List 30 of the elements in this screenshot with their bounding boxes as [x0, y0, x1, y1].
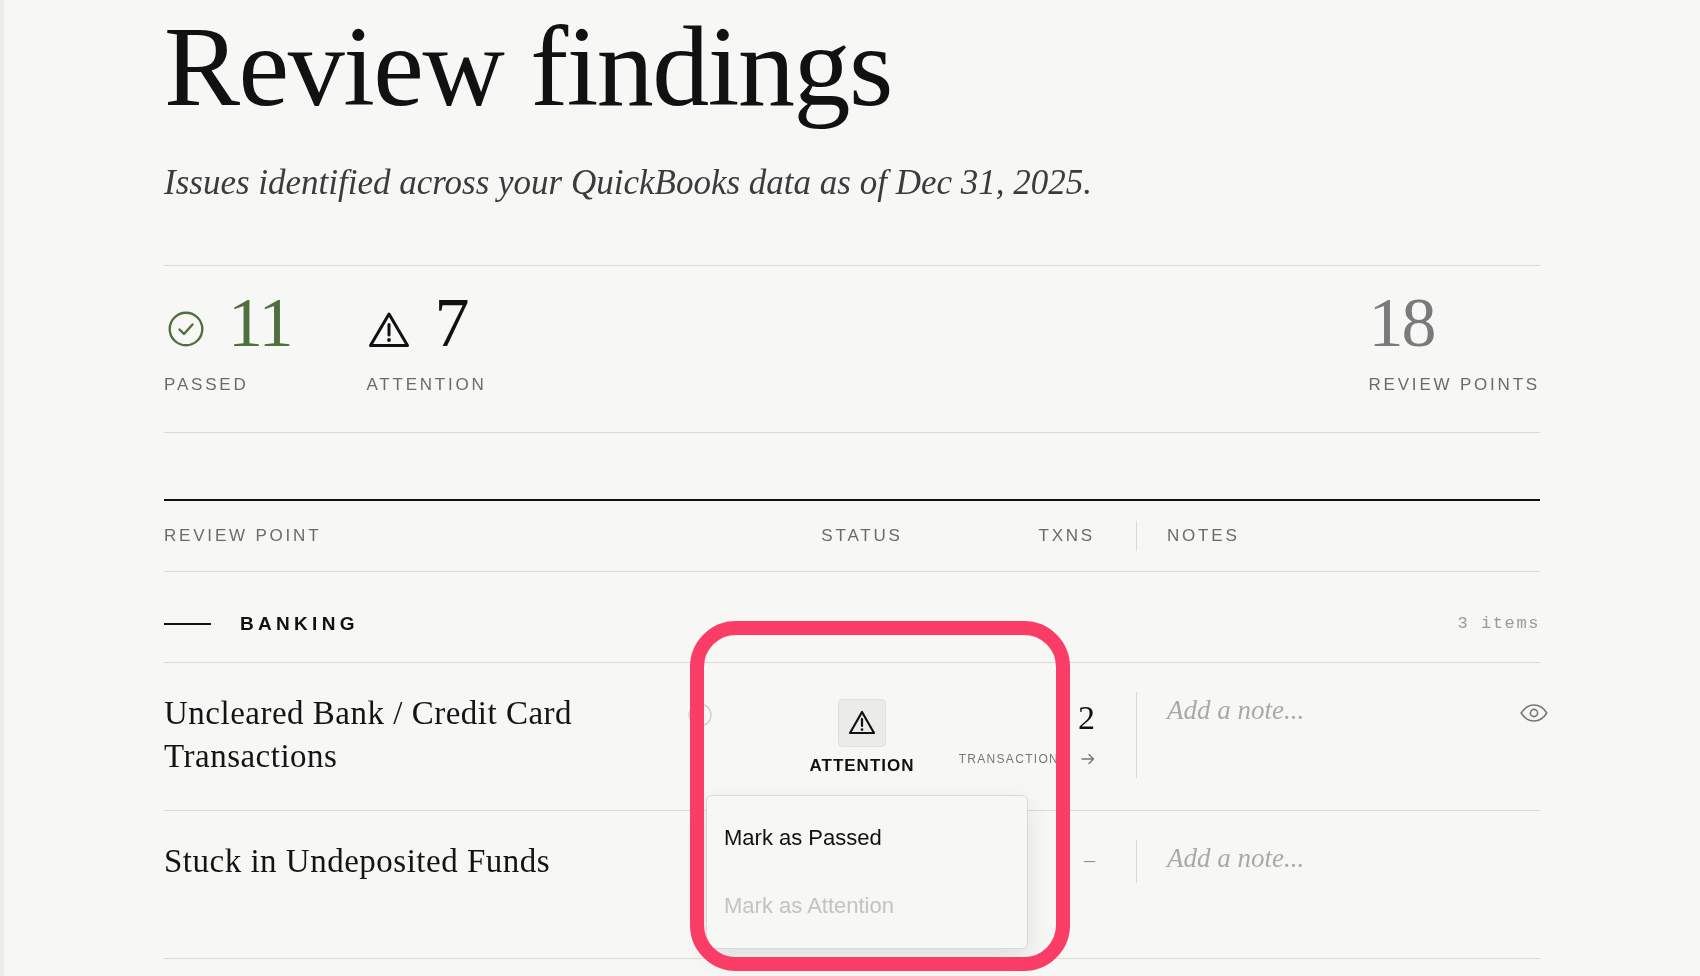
group-title: BANKING	[240, 612, 359, 637]
column-header: REVIEW POINT	[164, 526, 322, 546]
menu-item[interactable]: Mark as Passed	[707, 804, 1027, 873]
item-count: 3 items	[1457, 613, 1540, 636]
circle-icon	[688, 703, 712, 728]
stat-label: REVIEW POINTS	[1368, 375, 1540, 396]
transactions-link[interactable]: TRANSACTION	[958, 751, 1095, 768]
row-title: Uncleared Bank / Credit Card Transactions	[164, 694, 574, 777]
warning-icon	[368, 310, 411, 348]
warning-icon	[838, 699, 886, 748]
txn-count: 2	[1078, 698, 1095, 739]
page-title: Review findings	[164, 2, 893, 132]
check-circle-icon	[168, 311, 204, 348]
status-label: ATTENTION	[809, 756, 915, 777]
stat-label: PASSED	[164, 375, 250, 396]
eye-icon[interactable]	[1520, 704, 1548, 723]
note-field[interactable]: Add a note...	[1167, 840, 1507, 877]
column-header: TXNS	[1038, 526, 1095, 546]
stat-number: 11	[228, 288, 292, 359]
page-subtitle: Issues identified across your QuickBooks data as of Dec 31, 2025.	[164, 162, 1092, 205]
row-title: Stuck in Undeposited Funds	[164, 842, 551, 882]
stat-label: ATTENTION	[366, 375, 487, 396]
column-header: STATUS	[821, 526, 903, 546]
stat-number: 18	[1368, 288, 1435, 359]
note-field[interactable]: Add a note...	[1167, 692, 1507, 729]
column-header: NOTES	[1167, 526, 1240, 546]
stat-number: 7	[434, 288, 468, 359]
dash-icon	[164, 623, 211, 626]
arrow-right-icon	[1081, 753, 1095, 766]
txn-empty: –	[1084, 846, 1095, 875]
